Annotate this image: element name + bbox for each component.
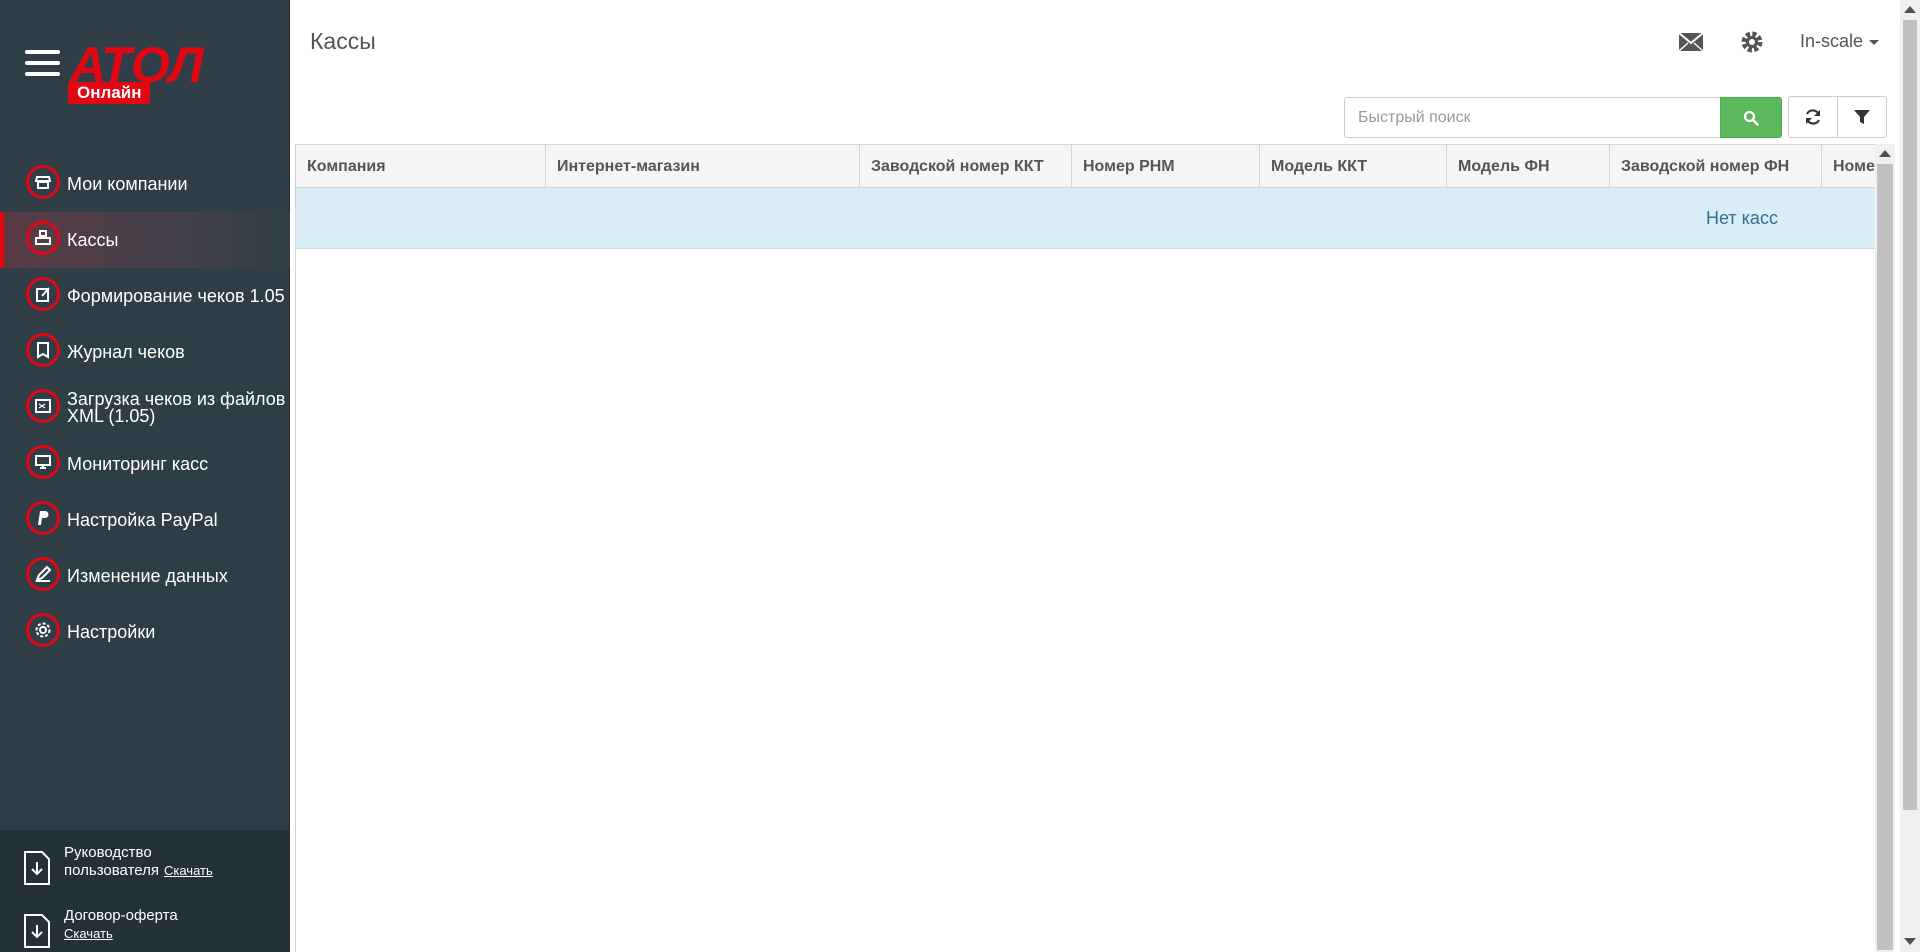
hamburger-menu-icon[interactable] — [25, 50, 60, 76]
sidebar-item-paypal[interactable]: Настройка PayPal — [0, 492, 290, 548]
empty-grid-message-row: Нет касс — [296, 188, 1876, 249]
column-header-fn-model[interactable]: Модель ФН — [1447, 145, 1610, 188]
column-header-fn-serial[interactable]: Заводской номер ФН — [1610, 145, 1822, 188]
sidebar-item-xml-upload[interactable]: Загрузка чеков из файлов XML (1.05) — [0, 380, 290, 436]
sidebar-item-label: Изменение данных — [67, 565, 228, 586]
refresh-button[interactable] — [1788, 96, 1838, 138]
column-header-kkt-serial[interactable]: Заводской номер ККТ — [860, 145, 1072, 188]
quick-search-input[interactable] — [1344, 97, 1720, 138]
paypal-icon — [26, 501, 60, 535]
gear-icon[interactable] — [1738, 28, 1766, 56]
sidebar-item-label: Формирование чеков 1.05 — [67, 285, 285, 306]
sidebar-item-label: Кассы — [67, 229, 119, 250]
page-scrollbar-thumb[interactable] — [1903, 20, 1917, 810]
filter-icon — [1854, 110, 1870, 124]
user-guide-download-link[interactable]: Скачать — [164, 863, 213, 878]
sidebar-item-label: Настройка PayPal — [67, 509, 218, 530]
sidebar: АТОЛ Онлайн Мои компании Кассы Формирова… — [0, 0, 290, 952]
column-header-rnm[interactable]: Номер РНМ — [1072, 145, 1260, 188]
page-title: Кассы — [310, 28, 376, 54]
sidebar-item-receipt-journal[interactable]: Журнал чеков — [0, 324, 290, 380]
sidebar-item-label: Настройки — [67, 621, 156, 642]
cash-registers-grid: Компания Интернет-магазин Заводской номе… — [295, 144, 1895, 952]
user-menu-dropdown[interactable]: In-scale — [1800, 31, 1880, 52]
logo-subtitle: Онлайн — [68, 82, 151, 104]
column-header-online-store[interactable]: Интернет-магазин — [546, 145, 860, 188]
download-file-icon — [24, 914, 50, 948]
search-button[interactable] — [1720, 97, 1782, 138]
offer-contract-doc: Договор-оферта Скачать — [0, 905, 290, 952]
sidebar-item-label: Загрузка чеков из файлов XML (1.05) — [67, 389, 286, 426]
sidebar-item-receipt-forming[interactable]: Формирование чеков 1.05 — [0, 268, 290, 324]
sidebar-nav: Мои компании Кассы Формирование чеков 1.… — [0, 156, 290, 660]
filter-button[interactable] — [1837, 96, 1887, 138]
sidebar-item-label: Мониторинг касс — [67, 453, 209, 474]
monitor-icon — [26, 445, 60, 479]
search-icon — [1743, 110, 1759, 126]
page-scroll-down-arrow-icon[interactable] — [1904, 938, 1916, 945]
receipt-edit-icon — [26, 277, 60, 311]
sidebar-item-cash-registers[interactable]: Кассы — [0, 212, 290, 268]
sidebar-item-monitoring[interactable]: Мониторинг касс — [0, 436, 290, 492]
scroll-up-arrow-icon[interactable] — [1879, 150, 1891, 157]
xml-file-icon — [26, 389, 60, 423]
sidebar-item-edit-data[interactable]: Изменение данных — [0, 548, 290, 604]
mail-icon[interactable] — [1677, 28, 1705, 56]
store-icon — [26, 165, 60, 199]
download-file-icon — [24, 851, 50, 885]
user-guide-title: Руководство пользователя Скачать — [64, 844, 213, 879]
pencil-icon — [26, 557, 60, 591]
user-guide-doc: Руководство пользователя Скачать — [0, 842, 290, 898]
offer-contract-title: Договор-оферта Скачать — [64, 907, 178, 941]
column-header-company[interactable]: Компания — [296, 145, 546, 188]
grid-header: Компания Интернет-магазин Заводской номе… — [296, 145, 1894, 188]
sidebar-item-settings[interactable]: Настройки — [0, 604, 290, 660]
gear-icon — [26, 613, 60, 647]
documents-panel: Руководство пользователя Скачать Договор-… — [0, 830, 290, 952]
refresh-icon — [1805, 109, 1821, 125]
page-scroll-up-arrow-icon[interactable] — [1904, 6, 1916, 13]
grid-scrollbar-thumb[interactable] — [1877, 164, 1893, 950]
sidebar-item-label: Журнал чеков — [67, 341, 185, 362]
book-icon — [26, 333, 60, 367]
caret-down-icon — [1869, 39, 1880, 45]
offer-contract-download-link[interactable]: Скачать — [64, 926, 113, 941]
cash-register-icon — [26, 221, 60, 255]
sidebar-item-label: Мои компании — [67, 173, 188, 194]
empty-message: Нет касс — [1706, 208, 1778, 228]
sidebar-item-companies[interactable]: Мои компании — [0, 156, 290, 212]
column-header-kkt-model[interactable]: Модель ККТ — [1260, 145, 1447, 188]
